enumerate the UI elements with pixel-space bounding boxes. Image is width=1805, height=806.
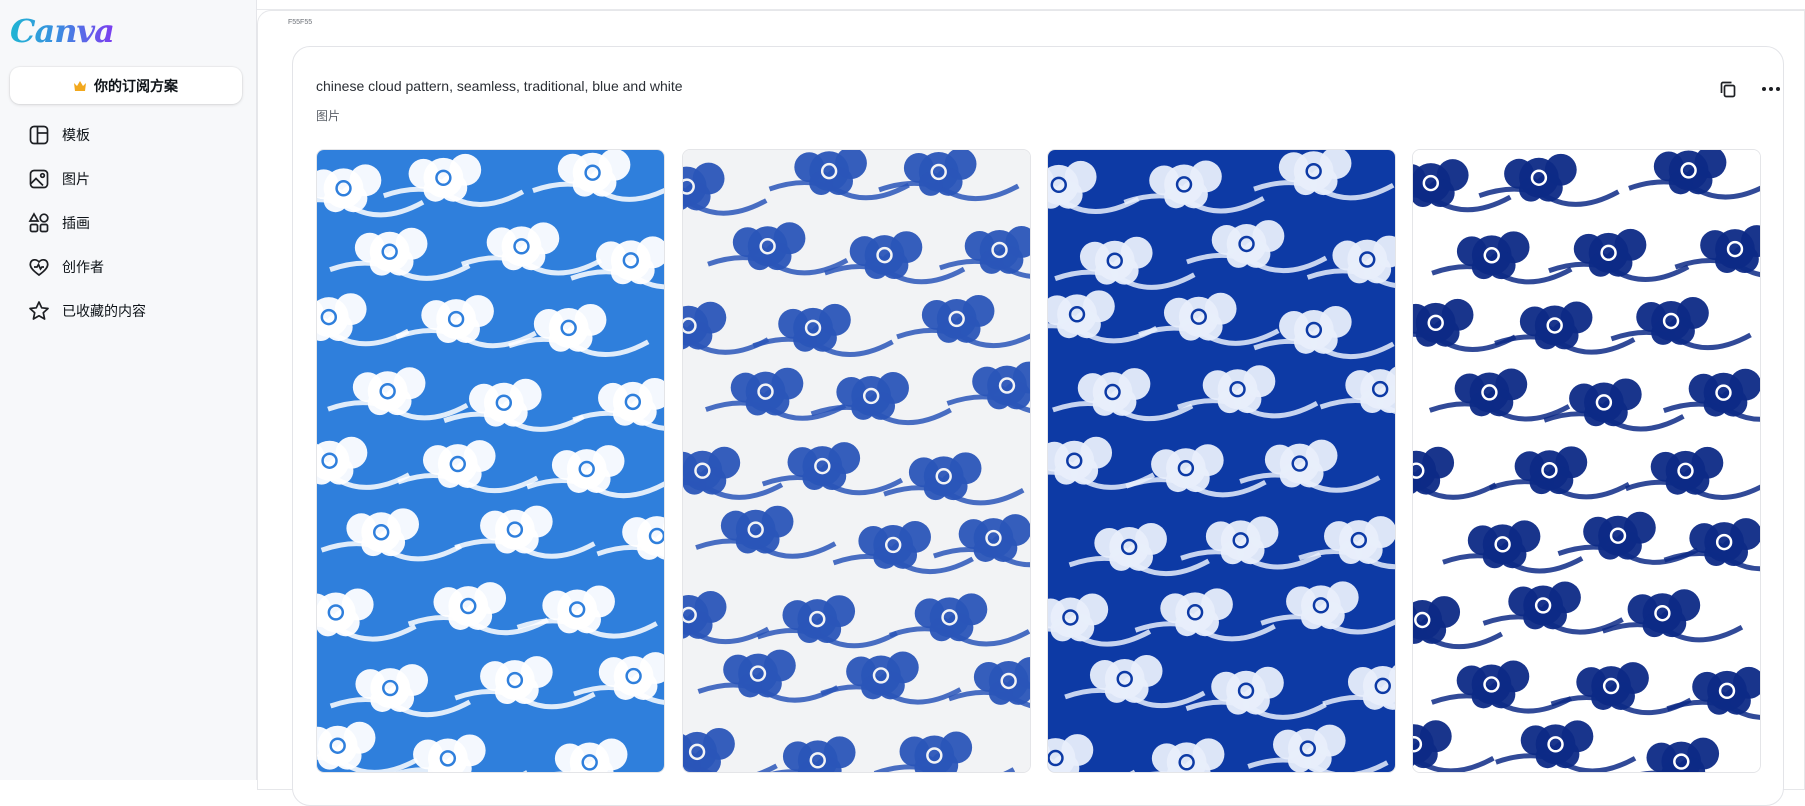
result-image-4[interactable] — [1412, 149, 1761, 773]
subscription-plan-label: 你的订阅方案 — [94, 77, 178, 94]
result-image-2[interactable] — [682, 149, 1031, 773]
sidebar-item-label: 已收藏的内容 — [62, 303, 146, 319]
tiny-label: F55F55 — [288, 19, 313, 26]
sidebar-item-creators[interactable]: 创作者 — [0, 245, 257, 289]
star-icon — [29, 301, 49, 320]
cloud-pattern-image — [1048, 150, 1395, 772]
copy-icon — [1720, 81, 1736, 98]
sidebar-nav: 模板 图片 插画 创作者 已收藏的内容 — [0, 113, 257, 333]
cloud-pattern-image — [317, 150, 664, 772]
sidebar-item-photos[interactable]: 图片 — [0, 157, 257, 201]
sidebar-item-starred[interactable]: 已收藏的内容 — [0, 289, 257, 333]
template-icon — [29, 125, 49, 145]
sidebar-item-illustrations[interactable]: 插画 — [0, 201, 257, 245]
result-image-3[interactable] — [1047, 149, 1396, 773]
result-image-1[interactable] — [316, 149, 665, 773]
image-icon — [29, 169, 49, 189]
creator-heart-icon — [29, 259, 49, 277]
history-panel: F55F55 chinese cloud pattern, seamless, … — [257, 10, 1805, 806]
result-type-label: 图片 — [316, 109, 341, 123]
canva-logo[interactable]: Canva — [10, 12, 115, 50]
more-horizontal-icon — [1762, 87, 1780, 91]
sidebar-item-label: 创作者 — [62, 259, 104, 275]
sidebar-item-label: 图片 — [62, 171, 90, 187]
shapes-icon — [28, 212, 49, 233]
sidebar: Canva 你的订阅方案 模板 图片 插画 创作者 已收藏的内容 — [0, 0, 257, 780]
crown-icon — [74, 80, 86, 91]
subscription-plan-button[interactable]: 你的订阅方案 — [10, 67, 242, 104]
copy-prompt-button[interactable] — [1714, 75, 1742, 103]
main-content: F55F55 chinese cloud pattern, seamless, … — [257, 0, 1805, 806]
prompt-text: chinese cloud pattern, seamless, traditi… — [316, 78, 683, 94]
sidebar-item-label: 插画 — [62, 215, 90, 231]
cloud-pattern-image — [683, 150, 1030, 772]
sidebar-item-label: 模板 — [62, 127, 90, 143]
cloud-pattern-image — [1413, 150, 1760, 772]
sidebar-item-templates[interactable]: 模板 — [0, 113, 257, 157]
more-options-button[interactable] — [1757, 75, 1785, 103]
generation-card: chinese cloud pattern, seamless, traditi… — [292, 46, 1784, 806]
